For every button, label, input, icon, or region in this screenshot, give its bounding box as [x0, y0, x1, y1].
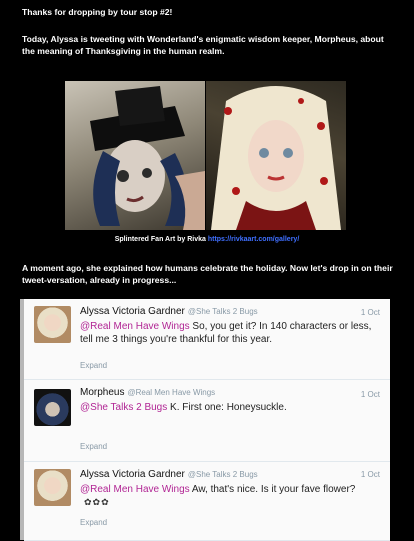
- tweet[interactable]: Morpheus @Real Men Have Wings 1 Oct @She …: [24, 380, 390, 462]
- tweet-body: K. First one: Honeysuckle.: [167, 402, 287, 413]
- tweet-mention[interactable]: @Real Men Have Wings: [80, 321, 190, 332]
- tweet-author-name[interactable]: Morpheus: [80, 387, 124, 398]
- tweet-text: @Real Men Have Wings Aw, that's nice. Is…: [80, 483, 380, 509]
- avatar[interactable]: [34, 469, 71, 506]
- tweet-author-name[interactable]: Alyssa Victoria Gardner: [80, 306, 185, 317]
- caption-link[interactable]: https://rivkaart.com/gallery/: [208, 236, 299, 243]
- expand-link[interactable]: Expand: [80, 518, 107, 527]
- fan-art-caption: Splintered Fan Art by Rivka https://rivk…: [0, 236, 414, 243]
- expand-link[interactable]: Expand: [80, 442, 107, 451]
- intro-greeting: Thanks for dropping by tour stop #2!: [22, 7, 173, 17]
- tweet-author-handle[interactable]: @Real Men Have Wings: [127, 388, 215, 397]
- tweet-mention[interactable]: @Real Men Have Wings: [80, 484, 190, 495]
- tweet-author-handle[interactable]: @She Talks 2 Bugs: [188, 307, 258, 316]
- tweet-date[interactable]: 1 Oct: [361, 390, 380, 399]
- tweet-body: Aw, that's nice. Is it your fave flower?: [189, 484, 356, 495]
- expand-link[interactable]: Expand: [80, 361, 107, 370]
- intro-description: Today, Alyssa is tweeting with Wonderlan…: [22, 34, 384, 56]
- tweet-author-handle[interactable]: @She Talks 2 Bugs: [188, 470, 258, 479]
- avatar[interactable]: [34, 306, 71, 343]
- tweet-text: @Real Men Have Wings So, you get it? In …: [80, 320, 380, 346]
- tweet[interactable]: Alyssa Victoria Gardner @She Talks 2 Bugs…: [24, 462, 390, 541]
- fan-art-morpheus-image: [65, 81, 205, 230]
- tweet-mention[interactable]: @She Talks 2 Bugs: [80, 402, 167, 413]
- fan-art-images: [65, 81, 346, 230]
- tweet-text: @She Talks 2 Bugs K. First one: Honeysuc…: [80, 401, 380, 414]
- tweet-date[interactable]: 1 Oct: [361, 470, 380, 479]
- fan-art-alyssa-image: [206, 81, 346, 230]
- tweet-date[interactable]: 1 Oct: [361, 308, 380, 317]
- tweet-conversation: Alyssa Victoria Gardner @She Talks 2 Bugs…: [20, 299, 390, 541]
- tweet-author-name[interactable]: Alyssa Victoria Gardner: [80, 469, 185, 480]
- avatar[interactable]: [34, 389, 71, 426]
- tweet[interactable]: Alyssa Victoria Gardner @She Talks 2 Bugs…: [24, 299, 390, 380]
- caption-text: Splintered Fan Art by Rivka: [114, 236, 206, 243]
- flower-emoji-icons: ✿✿✿: [84, 497, 110, 507]
- intro-transition: A moment ago, she explained how humans c…: [22, 262, 393, 285]
